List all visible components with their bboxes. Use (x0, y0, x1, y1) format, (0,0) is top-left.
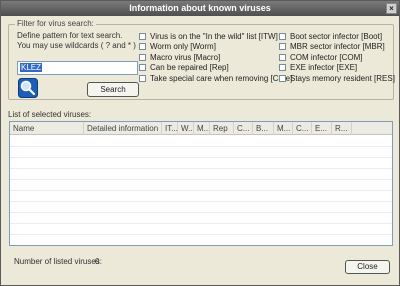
filter-hint: Define pattern for text search. You may … (17, 31, 136, 50)
list-label: List of selected viruses: (8, 110, 92, 119)
column-header[interactable]: IT... (162, 122, 178, 135)
option-label: Take special care when removing [Care] (150, 73, 293, 83)
option-label: COM infector [COM] (290, 52, 363, 62)
option-label: Worm only [Worm] (150, 42, 216, 52)
option-checkbox[interactable] (279, 43, 286, 51)
list-header: Name Detailed information IT... W... M... Rep… (10, 122, 392, 135)
option-label: Can be repaired [Rep] (150, 63, 229, 73)
option-checkbox[interactable] (279, 74, 286, 82)
column-header[interactable]: M... (274, 122, 293, 135)
title-bar: Information about known viruses × (1, 1, 399, 16)
option-checkbox[interactable] (279, 64, 286, 72)
column-header[interactable]: Name (10, 122, 84, 135)
option-checkbox[interactable] (279, 53, 286, 61)
column-header[interactable]: W... (178, 122, 194, 135)
column-header[interactable]: Rep (210, 122, 234, 135)
column-header[interactable]: C... (293, 122, 312, 135)
option-row[interactable]: MBR sector infector [MBR] (279, 42, 395, 53)
option-checkbox[interactable] (139, 43, 146, 51)
option-label: Virus is on the "In the wild" list [ITW] (150, 31, 278, 41)
options-left: Virus is on the "In the wild" list [ITW]… (139, 31, 292, 84)
option-row[interactable]: Macro virus [Macro] (139, 52, 292, 63)
option-row[interactable]: Take special care when removing [Care] (139, 73, 292, 84)
option-checkbox[interactable] (139, 32, 146, 40)
column-header[interactable]: B... (253, 122, 274, 135)
option-checkbox[interactable] (139, 53, 146, 61)
window-title: Information about known viruses (129, 3, 271, 13)
option-row[interactable]: Stays memory resident [RES] (279, 73, 395, 84)
magnifier-icon (18, 78, 38, 98)
filter-group-label: Filter for virus search: (15, 19, 96, 28)
column-header[interactable]: R... (332, 122, 352, 135)
option-checkbox[interactable] (139, 74, 146, 82)
option-checkbox[interactable] (279, 32, 286, 40)
option-row[interactable]: Boot sector infector [Boot] (279, 31, 395, 42)
option-label: EXE infector [EXE] (290, 63, 358, 73)
column-header[interactable]: Detailed information (84, 122, 162, 135)
option-label: Stays memory resident [RES] (290, 73, 395, 83)
option-checkbox[interactable] (139, 64, 146, 72)
pattern-value: KLEZ (20, 63, 43, 72)
close-button[interactable]: Close (345, 260, 390, 274)
close-window-icon[interactable]: × (386, 3, 397, 14)
virus-info-window: Information about known viruses × Filter… (0, 0, 400, 286)
option-row[interactable]: COM infector [COM] (279, 52, 395, 63)
pattern-input[interactable]: KLEZ (17, 61, 138, 75)
options-right: Boot sector infector [Boot] MBR sector in… (279, 31, 395, 84)
option-row[interactable]: EXE infector [EXE] (279, 63, 395, 74)
option-label: Boot sector infector [Boot] (290, 31, 383, 41)
option-label: Macro virus [Macro] (150, 52, 221, 62)
virus-list[interactable]: Name Detailed information IT... W... M... Rep… (9, 121, 393, 246)
filter-group: Filter for virus search: Define pattern … (8, 19, 395, 100)
option-row[interactable]: Virus is on the "In the wild" list [ITW] (139, 31, 292, 42)
option-row[interactable]: Worm only [Worm] (139, 42, 292, 53)
listed-count-value: 0 (95, 257, 100, 266)
search-button[interactable]: Search (87, 82, 139, 97)
column-header[interactable]: E... (312, 122, 332, 135)
listed-count-label: Number of listed viruses: (14, 257, 103, 266)
option-label: MBR sector infector [MBR] (290, 42, 385, 52)
column-header[interactable]: M... (194, 122, 210, 135)
option-row[interactable]: Can be repaired [Rep] (139, 63, 292, 74)
list-body[interactable] (10, 136, 392, 245)
column-header[interactable]: C... (234, 122, 253, 135)
